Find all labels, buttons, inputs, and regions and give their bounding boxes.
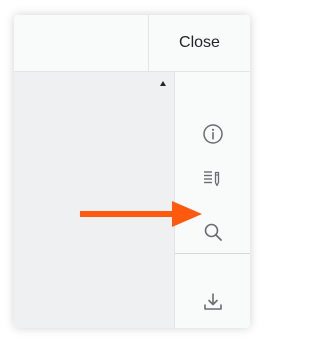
download-button[interactable] [175,280,250,324]
notes-edit-icon [204,171,220,187]
viewer-header: Close [14,15,250,72]
toolbar-divider [175,253,250,254]
download-icon [204,293,222,310]
notes-button[interactable] [175,156,250,200]
scroll-up-arrow-icon[interactable] [160,81,166,86]
document-viewer-panel: Close [14,15,250,328]
annotation-arrow-icon [80,201,202,227]
info-icon [203,124,223,144]
close-button[interactable]: Close [148,15,250,71]
info-button[interactable] [175,112,250,156]
search-icon [204,223,222,241]
